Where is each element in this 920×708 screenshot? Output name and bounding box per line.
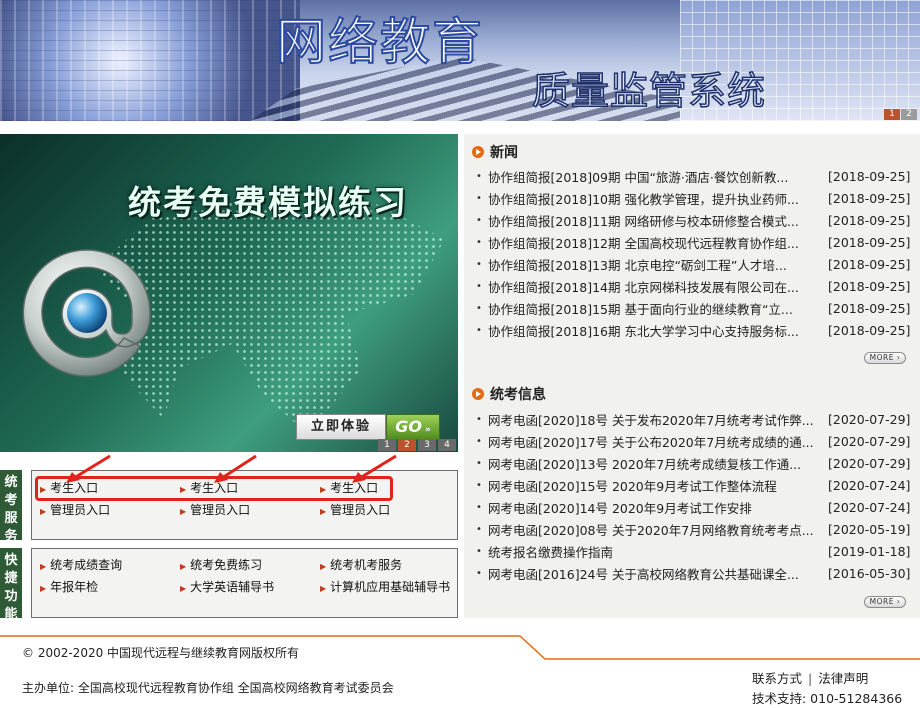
- news-item[interactable]: • 协作组简报[2018]14期 北京网梯科技发展有限公司在... [2018-09…: [476, 275, 910, 297]
- exam-info-item[interactable]: • 网考电函[2020]13号 2020年7月统考成绩复核工作通... [2020-…: [476, 452, 910, 474]
- news-item[interactable]: • 协作组简报[2018]10期 强化教学管理，提升执业药师... [2018-09…: [476, 187, 910, 209]
- news-more-button[interactable]: MORE ›: [864, 352, 906, 364]
- news-item[interactable]: • 协作组简报[2018]13期 北京电控“砺剑工程”人才培... [2018-09…: [476, 253, 910, 275]
- orange-bullet-icon: [472, 146, 484, 158]
- arrow-icon: ▶: [180, 507, 187, 516]
- admin-entry-link-1[interactable]: ▶ 管理员入口: [40, 502, 180, 520]
- footer-links: 联系方式 | 法律声明: [752, 671, 869, 686]
- arrow-icon: ▶: [40, 507, 47, 516]
- header-page-2[interactable]: 2: [901, 109, 917, 120]
- arrow-icon: ▶: [320, 507, 327, 516]
- exam-info-item[interactable]: • 网考电函[2020]18号 关于发布2020年7月统考考试作弊... [2020…: [476, 408, 910, 430]
- arrow-icon: ▶: [320, 562, 327, 571]
- exam-info-item[interactable]: • 统考报名缴费操作指南 [2019-01-18]: [476, 540, 910, 562]
- news-item[interactable]: • 协作组简报[2018]09期 中国“旅游·酒店·餐饮创新教... [2018-0…: [476, 165, 910, 187]
- exam-info-list: • 网考电函[2020]18号 关于发布2020年7月统考考试作弊... [2020…: [476, 408, 910, 584]
- banner-tech-graphic-left: [0, 0, 300, 121]
- free-practice-link[interactable]: ▶ 统考免费练习: [180, 557, 320, 575]
- arrow-icon: ▶: [180, 584, 187, 593]
- exam-info-title: 统考信息: [490, 387, 546, 403]
- promo-page-3[interactable]: 3: [418, 439, 436, 451]
- exam-info-item[interactable]: • 网考电函[2020]15号 2020年9月考试工作整体流程 [2020-07-2…: [476, 474, 910, 496]
- arrow-icon: ▶: [40, 562, 47, 571]
- orange-bullet-icon: [472, 388, 484, 400]
- exam-service-tab-label: 统考服务: [4, 475, 18, 544]
- news-list: • 协作组简报[2018]09期 中国“旅游·酒店·餐饮创新教... [2018-0…: [476, 165, 910, 341]
- try-now-button[interactable]: 立即体验 GO»: [296, 414, 440, 440]
- double-chevron-icon: »: [424, 425, 431, 435]
- exam-info-item[interactable]: • 网考电函[2016]24号 关于高校网络教育公共基础课全... [2016-05…: [476, 562, 910, 584]
- arrow-icon: ▶: [40, 584, 47, 593]
- contact-link[interactable]: 联系方式: [752, 671, 802, 686]
- computer-tutorial-link[interactable]: ▶ 计算机应用基础辅导书: [320, 579, 460, 597]
- news-item[interactable]: • 协作组简报[2018]16期 东北大学学习中心支持服务标... [2018-09…: [476, 319, 910, 341]
- right-column: 新闻 • 协作组简报[2018]09期 中国“旅游·酒店·餐饮创新教... [201…: [464, 134, 920, 618]
- exam-info-item[interactable]: • 网考电函[2020]08号 关于2020年7月网络教育统考考点... [2020…: [476, 518, 910, 540]
- news-title: 新闻: [490, 145, 518, 161]
- quick-functions-panel: ▶ 统考成绩查询 ▶ 统考免费练习 ▶ 统考机考服务 ▶ 年报年检 ▶ 大学英语辅导书 ▶…: [31, 548, 458, 618]
- promo-banner[interactable]: 统考免费模拟练习 立即体验 GO» 1 2 3 4: [0, 134, 458, 452]
- news-item[interactable]: • 协作组简报[2018]15期 基于面向行业的继续教育“立... [2018-09…: [476, 297, 910, 319]
- exam-info-item[interactable]: • 网考电函[2020]17号 关于公布2020年7月统考成绩的通... [2020…: [476, 430, 910, 452]
- copyright-text: © 2002-2020 中国现代远程与继续教育网版权所有: [22, 646, 300, 660]
- quick-functions-tab: 快捷功能: [0, 548, 22, 622]
- news-header: 新闻: [472, 142, 518, 162]
- computer-exam-service-link[interactable]: ▶ 统考机考服务: [320, 557, 460, 575]
- annotation-arrows: [66, 454, 397, 483]
- exam-service-tab: 统考服务: [0, 470, 22, 544]
- exam-score-query-link[interactable]: ▶ 统考成绩查询: [40, 557, 180, 575]
- go-button[interactable]: GO»: [386, 414, 440, 440]
- exam-info-header: 统考信息: [472, 384, 546, 404]
- promo-page-4[interactable]: 4: [438, 439, 456, 451]
- news-item[interactable]: • 协作组简报[2018]11期 网络研修与校本研修整合模式... [2018-09…: [476, 209, 910, 231]
- quick-functions-tab-label: 快捷功能: [4, 553, 18, 622]
- annual-inspection-link[interactable]: ▶ 年报年检: [40, 579, 180, 597]
- tech-support-text: 技术支持: 010-51284366: [752, 691, 903, 706]
- admin-entry-link-3[interactable]: ▶ 管理员入口: [320, 502, 460, 520]
- site-title: 网络教育: [275, 12, 484, 72]
- try-now-label: 立即体验: [296, 414, 386, 440]
- footer: © 2002-2020 中国现代远程与继续教育网版权所有 主办单位: 全国高校现…: [0, 634, 920, 708]
- header-banner: 网络教育 质量监管系统 1 2: [0, 0, 920, 121]
- site-subtitle: 质量监管系统: [531, 68, 767, 114]
- at-sign-icon: [22, 249, 151, 377]
- news-item[interactable]: • 协作组简报[2018]12期 全国高校现代远程教育协作组... [2018-09…: [476, 231, 910, 253]
- admin-entry-link-2[interactable]: ▶ 管理员入口: [180, 502, 320, 520]
- arrow-icon: ▶: [320, 584, 327, 593]
- legal-link[interactable]: 法律声明: [818, 671, 868, 686]
- header-pager: 1 2: [884, 109, 917, 120]
- english-tutorial-link[interactable]: ▶ 大学英语辅导书: [180, 579, 320, 597]
- exam-info-more-button[interactable]: MORE ›: [864, 596, 906, 608]
- arrow-icon: ▶: [180, 562, 187, 571]
- header-page-1[interactable]: 1: [884, 109, 900, 120]
- exam-info-item[interactable]: • 网考电函[2020]14号 2020年9月考试工作安排 [2020-07-24]: [476, 496, 910, 518]
- promo-title: 统考免费模拟练习: [128, 183, 408, 222]
- go-label: GO: [395, 417, 422, 436]
- sponsor-text: 主办单位: 全国高校现代远程教育协作组 全国高校网络教育考试委员会: [22, 681, 394, 695]
